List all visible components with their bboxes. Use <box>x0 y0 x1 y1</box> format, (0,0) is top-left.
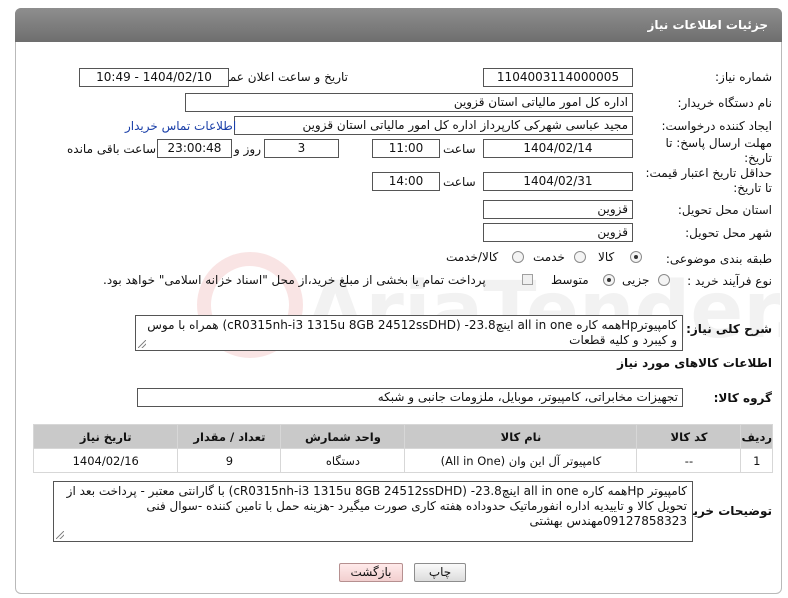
col-date: تاریخ نیاز <box>32 424 179 449</box>
delivery-province-field: قزوین <box>483 200 633 219</box>
resize-grip-icon[interactable] <box>138 340 146 348</box>
goods-group-field: تجهیزات مخابراتی، کامپیوتر، موبایل، ملزو… <box>137 388 683 407</box>
col-unit: واحد شمارش <box>280 424 406 449</box>
reply-deadline-date: 1404/02/14 <box>483 139 633 158</box>
description-label: شرح کلی نیاز: <box>686 322 772 336</box>
cell-name: کامپیوتر آل این وان (All in One) <box>404 448 638 473</box>
price-time-label: ساعت <box>443 175 476 189</box>
col-code: کد کالا <box>636 424 742 449</box>
category-radio-both[interactable] <box>512 251 524 263</box>
cell-code: -- <box>636 448 742 473</box>
price-validity-time: 14:00 <box>372 172 440 191</box>
buyer-contact-link[interactable]: اطلاعات تماس خریدار <box>125 119 236 133</box>
delivery-city-label: شهر محل تحویل: <box>685 226 772 240</box>
col-name: نام کالا <box>404 424 638 449</box>
category-option-goods: کالا <box>598 250 615 264</box>
need-number-field: 1104003114000005 <box>483 68 633 87</box>
purchase-process-label: نوع فرآیند خرید : <box>687 274 772 288</box>
buyer-notes-field: کامپیوتر Hpهمه کاره all in one اینچ23.8-… <box>53 481 693 542</box>
reply-days-field: 3 <box>264 139 339 158</box>
goods-section-title: اطلاعات کالاهای مورد نیاز <box>617 356 772 370</box>
goods-table: ردیف کد کالا نام کالا واحد شمارش تعداد /… <box>32 424 773 473</box>
resize-grip-icon[interactable] <box>56 531 64 539</box>
table-row: 1 -- کامپیوتر آل این وان (All in One) دس… <box>32 448 773 473</box>
category-radio-service[interactable] <box>574 251 586 263</box>
description-field: کامپیوترHpهمه کاره all in one اینچ23.8- … <box>135 315 683 351</box>
process-radio-minor[interactable] <box>658 274 670 286</box>
price-validity-label: حداقل تاریخ اعتبار قیمت: <box>645 166 772 180</box>
remaining-time-field: 23:00:48 <box>157 139 232 158</box>
table-header-row: ردیف کد کالا نام کالا واحد شمارش تعداد /… <box>32 424 773 449</box>
goods-group-label: گروه کالا: <box>713 391 772 405</box>
announce-datetime-field: 1404/02/10 - 10:49 <box>79 68 229 87</box>
reply-deadline-label-2: تاریخ: <box>744 151 772 165</box>
buyer-org-label: نام دستگاه خریدار: <box>677 96 773 110</box>
delivery-city-field: قزوین <box>483 223 633 242</box>
col-row: ردیف <box>740 424 773 449</box>
days-label: روز و <box>234 142 261 156</box>
description-text: کامپیوترHpهمه کاره all in one اینچ23.8- … <box>147 318 677 347</box>
back-button[interactable]: بازگشت <box>339 563 403 582</box>
process-option-minor: جزیی <box>622 273 650 287</box>
price-validity-date: 1404/02/31 <box>483 172 633 191</box>
delivery-province-label: استان محل تحویل: <box>677 203 772 217</box>
cell-unit: دستگاه <box>280 448 406 473</box>
treasury-payment-note: پرداخت تمام یا بخشی از مبلغ خرید،از محل … <box>103 273 486 287</box>
category-radio-goods[interactable] <box>630 251 642 263</box>
reply-deadline-label: مهلت ارسال پاسخ: تا <box>665 136 772 150</box>
cell-date: 1404/02/16 <box>32 448 179 473</box>
category-option-both: کالا/خدمت <box>446 250 499 264</box>
requester-label: ایجاد کننده درخواست: <box>661 119 772 133</box>
process-option-medium: متوسط <box>551 273 589 287</box>
reply-time-label: ساعت <box>443 142 476 156</box>
reply-deadline-time: 11:00 <box>372 139 440 158</box>
price-validity-label-2: تا تاریخ: <box>733 181 772 195</box>
col-qty: تعداد / مقدار <box>177 424 282 449</box>
need-number-label: شماره نیاز: <box>715 70 772 84</box>
treasury-payment-checkbox[interactable] <box>522 274 533 285</box>
buyer-org-field: اداره کل امور مالیاتی استان قزوین <box>185 93 633 112</box>
process-radio-medium[interactable] <box>603 274 615 286</box>
buyer-notes-line-2: تحویل کالا و تاییدیه اداره انفورماتیک حد… <box>146 499 687 513</box>
print-button[interactable]: چاپ <box>414 563 466 582</box>
panel-header: جزئیات اطلاعات نیاز <box>15 8 782 42</box>
category-option-service: خدمت <box>533 250 565 264</box>
remaining-time-label: ساعت باقی مانده <box>67 142 157 156</box>
buyer-notes-line-1: کامپیوتر Hpهمه کاره all in one اینچ23.8-… <box>66 484 687 498</box>
category-label: طبقه بندی موضوعی: <box>665 252 772 266</box>
requester-field: مجید عباسی شهرکی کارپرداز اداره کل امور … <box>234 116 633 135</box>
cell-row: 1 <box>740 448 773 473</box>
buyer-notes-line-3: 09127858323مهندس بهشتی <box>529 514 687 528</box>
cell-qty: 9 <box>177 448 282 473</box>
